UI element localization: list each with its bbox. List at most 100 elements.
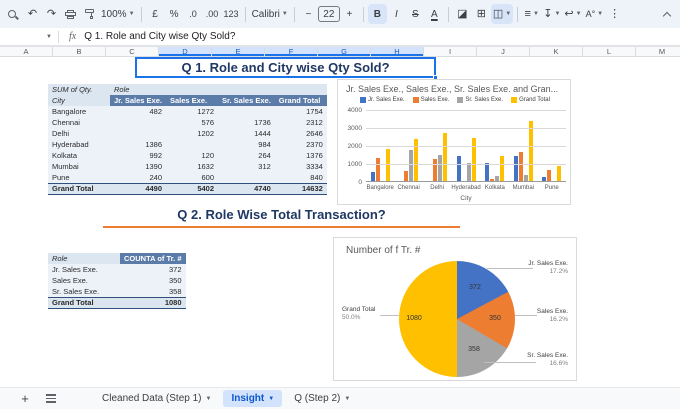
pivot-value-cell[interactable]: 1736 [218,117,275,128]
column-header-E[interactable]: E [212,47,265,56]
q1-title-cell[interactable]: Q 1. Role and City wise Qty Sold? [135,57,438,80]
font-size-input[interactable]: 22 [317,6,340,22]
pivot-corner-cell[interactable]: SUM of Qty. [48,84,110,95]
zoom-select[interactable]: 100% ▼ [99,4,137,24]
q2-role-cell[interactable]: Sales Exe. [48,275,120,286]
formula-input[interactable]: Q 1. Role and City wise Qty Sold? [84,31,235,42]
print-button[interactable] [61,4,80,24]
sheet-canvas[interactable]: Q 1. Role and City wise Qty Sold? SUM of… [0,57,680,387]
pivot-grand-total-value[interactable]: 5402 [166,182,218,195]
column-header-G[interactable]: G [318,47,371,56]
sheet-tab-insight[interactable]: Insight ▼ [223,390,283,407]
pivot-value-cell[interactable]: 1272 [166,106,218,117]
pivot-column-header[interactable]: Jr. Sales Exe. [110,95,166,106]
sheet-tab-q-step2[interactable]: Q (Step 2) ▼ [286,390,358,407]
horizontal-align-button[interactable]: ≡ ▼ [522,4,541,24]
italic-button[interactable]: I [387,4,406,24]
pivot-value-cell[interactable]: 482 [110,106,166,117]
format-percent-button[interactable]: % [165,4,184,24]
pivot-value-cell[interactable]: 2370 [274,139,327,150]
column-header-D[interactable]: D [159,47,212,56]
pivot-city-cell[interactable]: Hyderabad [48,139,110,150]
font-select[interactable]: Calibri ▼ [250,4,290,24]
q2-count-cell[interactable]: 372 [120,264,186,275]
column-header-F[interactable]: F [265,47,318,56]
add-sheet-button[interactable]: + [14,391,36,406]
pivot-value-cell[interactable] [218,106,275,117]
pivot-column-header[interactable]: Sr. Sales Exe. [218,95,275,106]
column-header-K[interactable]: K [530,47,583,56]
more-formats-button[interactable]: 123 [222,4,241,24]
pivot-value-cell[interactable]: 312 [218,161,275,172]
bar-chart[interactable]: Jr. Sales Exe., Sales Exe., Sr. Sales Ex… [337,79,571,205]
pivot-value-cell[interactable]: 600 [166,172,218,183]
pivot-value-cell[interactable]: 3334 [274,161,327,172]
column-header-J[interactable]: J [477,47,530,56]
pivot-value-cell[interactable]: 240 [110,172,166,183]
more-toolbar-button[interactable]: ⋮ [605,4,624,24]
format-currency-button[interactable]: £ [146,4,165,24]
pivot-value-cell[interactable]: 1754 [274,106,327,117]
redo-button[interactable]: ↷ [42,4,61,24]
pivot-grand-total-value[interactable]: 14632 [274,182,327,195]
pie-chart[interactable]: Number of f Tr. # Jr. Sales Exe. 17.2% S… [333,237,577,381]
q2-count-cell[interactable]: 350 [120,275,186,286]
pivot-value-cell[interactable] [110,117,166,128]
vertical-align-button[interactable]: ↧ ▼ [541,4,562,24]
pivot-value-cell[interactable]: 2312 [274,117,327,128]
q2-role-cell[interactable]: Jr. Sales Exe. [48,264,120,275]
pivot-value-cell[interactable]: 264 [218,150,275,161]
collapse-toolbar-button[interactable] [657,4,676,24]
column-header-H[interactable]: H [371,47,424,56]
pivot-value-cell[interactable]: 1444 [218,128,275,139]
pivot-value-cell[interactable]: 576 [166,117,218,128]
column-header-C[interactable]: C [106,47,159,56]
strikethrough-button[interactable]: S [406,4,425,24]
pivot-value-cell[interactable]: 992 [110,150,166,161]
borders-button[interactable]: ⊞ [472,4,491,24]
q2-role-header[interactable]: Role [48,253,120,264]
all-sheets-button[interactable] [40,394,62,403]
increase-decimal-button[interactable]: .00 [203,4,222,24]
sheet-tab-cleaned-data[interactable]: Cleaned Data (Step 1) ▼ [94,390,219,407]
pivot-value-cell[interactable] [166,139,218,150]
pivot-city-cell[interactable]: Bangalore [48,106,110,117]
pivot-value-cell[interactable]: 1390 [110,161,166,172]
column-header-I[interactable]: I [424,47,477,56]
pivot-column-header[interactable]: Sales Exe. [166,95,218,106]
name-box[interactable]: ▼ [0,34,58,40]
pivot-value-cell[interactable] [218,172,275,183]
text-rotate-button[interactable]: A° ▼ [584,4,606,24]
bold-button[interactable]: B [367,4,387,24]
pivot-value-cell[interactable]: 1386 [110,139,166,150]
paint-format-button[interactable] [80,4,99,24]
q2-count-cell[interactable]: 358 [120,286,186,297]
pivot-grand-total-value[interactable]: 4490 [110,182,166,195]
pivot-grand-total-value[interactable]: 4740 [218,182,275,195]
pivot-value-cell[interactable] [110,128,166,139]
increase-font-size-button[interactable]: + [340,4,359,24]
column-header-B[interactable]: B [53,47,106,56]
q2-role-cell[interactable]: Sr. Sales Exe. [48,286,120,297]
pivot-column-header[interactable]: Grand Total [274,95,327,106]
pivot-row-dim-cell[interactable]: City [48,95,110,106]
pivot-col-dim-cell[interactable]: Role [110,84,327,95]
text-color-button[interactable]: A [425,4,444,24]
pivot-grand-total-label[interactable]: Grand Total [48,182,110,195]
column-header-A[interactable]: A [0,47,53,56]
undo-button[interactable]: ↶ [23,4,42,24]
pivot-city-cell[interactable]: Mumbai [48,161,110,172]
pivot-city-cell[interactable]: Delhi [48,128,110,139]
q2-table[interactable]: Role COUNTA of Tr. # Jr. Sales Exe. 372 Sale… [48,253,186,309]
merge-cells-button[interactable]: ◫ ▼ [490,4,514,24]
pivot-value-cell[interactable]: 984 [218,139,275,150]
pivot-city-cell[interactable]: Kolkata [48,150,110,161]
pivot-value-cell[interactable]: 120 [166,150,218,161]
decrease-font-size-button[interactable]: − [299,4,318,24]
q2-grand-total-label[interactable]: Grand Total [48,296,120,309]
search-button[interactable] [4,4,23,24]
pivot-city-cell[interactable]: Pune [48,172,110,183]
fill-color-button[interactable]: ◪ [453,4,472,24]
pivot-value-cell[interactable]: 1202 [166,128,218,139]
pivot-value-cell[interactable]: 840 [274,172,327,183]
